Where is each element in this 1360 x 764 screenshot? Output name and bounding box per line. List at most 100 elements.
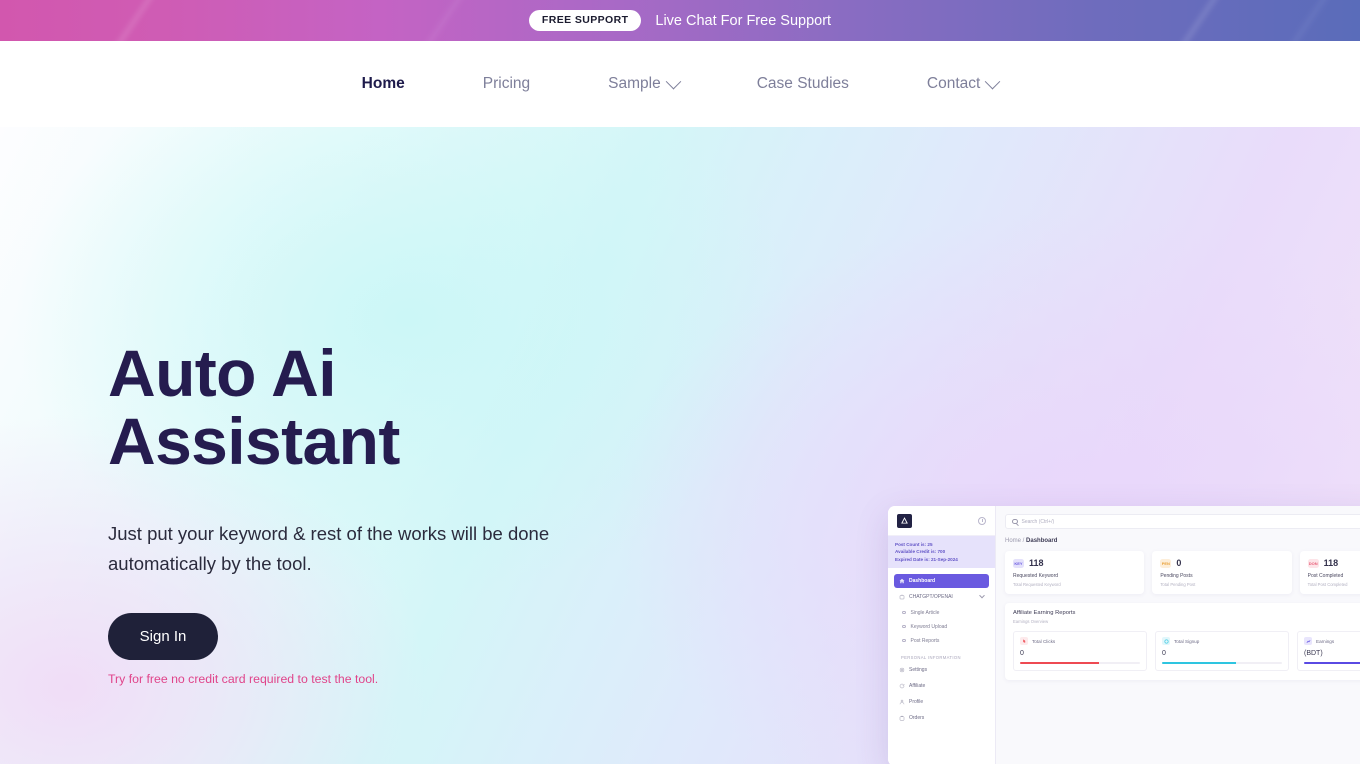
bullet-icon (902, 610, 906, 615)
nav-list: Home Pricing Sample Case Studies Contact (323, 73, 1038, 93)
chevron-down-icon (979, 592, 985, 599)
earning-header: Total Clicks (1020, 637, 1140, 645)
nav-label-sample: Sample (608, 75, 661, 92)
decorative-streak (75, 0, 168, 41)
nav-item-case-studies[interactable]: Case Studies (718, 75, 888, 93)
sidebar-item-settings[interactable]: Settings (894, 663, 989, 677)
bullet-icon (902, 638, 906, 643)
sidebar-label-dashboard: Dashboard (909, 578, 936, 585)
stat-card-top: KEY 118 (1013, 558, 1136, 568)
stat-sublabel: Total Pending Post (1160, 582, 1196, 587)
dashboard-logo-row (888, 506, 995, 536)
sidebar-label-post-reports: Post Reports (910, 637, 940, 644)
search-icon (1012, 518, 1018, 525)
panel-subtitle: Earnings Overview (1013, 619, 1049, 624)
signup-icon (1162, 637, 1170, 645)
bag-icon (899, 715, 905, 721)
nav-item-contact[interactable]: Contact (888, 73, 1037, 93)
main-navigation: Home Pricing Sample Case Studies Contact (0, 41, 1360, 127)
post-count-line: Post Count is: 25 (895, 542, 933, 547)
refresh-icon (899, 683, 905, 689)
dashboard-preview: Post Count is: 25 Available Credit is: 7… (888, 506, 1360, 764)
earning-value: (BDT) (1304, 650, 1323, 657)
affiliate-earning-panel: Affiliate Earning Reports Earnings Overv… (1005, 603, 1360, 680)
sidebar-label-affiliate: Affiliate (909, 683, 926, 690)
sidebar-item-chatgpt-openai[interactable]: CHATGPT/OPENAI (894, 590, 989, 604)
chevron-down-icon (665, 73, 681, 89)
stat-card-row: KEY 118 Requested Keyword Total Requeste… (1005, 551, 1360, 594)
nav-label-case-studies: Case Studies (756, 75, 849, 92)
earning-progress-bar (1020, 662, 1140, 664)
stat-value: 118 (1323, 558, 1339, 568)
hero-section: Auto Ai Assistant Just put your keyword … (0, 127, 1360, 764)
stat-label: Requested Keyword (1013, 573, 1059, 579)
user-icon (899, 699, 905, 705)
sidebar-section-personal-information: PERSONAL INFORMATION (901, 655, 961, 661)
earning-header: Earnings (1304, 637, 1360, 645)
earnings-icon (1304, 637, 1312, 645)
earning-header: Total Signup (1162, 637, 1282, 645)
sidebar-item-post-reports[interactable]: Post Reports (894, 634, 989, 647)
sidebar-item-dashboard[interactable]: Dashboard (894, 574, 989, 589)
decorative-streak (1140, 0, 1233, 41)
robot-icon (899, 594, 905, 600)
available-credit-line: Available Credit is: 700 (895, 549, 946, 555)
sign-in-button[interactable]: Sign In (108, 613, 218, 660)
earning-label: Total Clicks (1032, 638, 1056, 644)
earning-label: Total Signup (1174, 638, 1200, 644)
dashboard-search-input[interactable]: Search (Ctrl+/) (1005, 514, 1360, 529)
sidebar-label-keyword-upload: Keyword Upload (910, 623, 948, 630)
sidebar-label-settings: Settings (909, 667, 928, 674)
stat-card-top: DON 118 (1307, 558, 1360, 568)
earnings-row: Total Clicks 0 Total Signup 0 Earnings (… (1013, 631, 1360, 671)
nav-label-pricing: Pricing (482, 75, 531, 92)
hero-title-line2: Assistant (108, 404, 400, 478)
earning-label: Earnings (1316, 638, 1335, 644)
stat-card-top: PEN 0 (1160, 558, 1283, 568)
announcement-bar: FREE SUPPORT Live Chat For Free Support (0, 0, 1360, 41)
earning-total-clicks: Total Clicks 0 (1013, 631, 1147, 671)
hero-subtitle: Just put your keyword & rest of the work… (108, 523, 550, 574)
live-chat-link[interactable]: Live Chat For Free Support (655, 13, 831, 29)
account-info-block: Post Count is: 25 Available Credit is: 7… (888, 536, 995, 569)
dashboard-main: Search (Ctrl+/) Home / Dashboard KEY 118… (996, 506, 1360, 764)
clicks-icon (1020, 637, 1028, 645)
breadcrumb-root[interactable]: Home (1005, 538, 1021, 544)
sidebar-item-keyword-upload[interactable]: Keyword Upload (894, 620, 989, 633)
hero-title-line1: Auto Ai (108, 336, 337, 410)
sidebar-item-orders[interactable]: Orders (894, 711, 989, 725)
pending-icon: PEN (1160, 558, 1172, 568)
sidebar-item-affiliate[interactable]: Affiliate (894, 679, 989, 693)
breadcrumb: Home / Dashboard (1005, 538, 1360, 544)
earning-value: 0 (1020, 650, 1024, 657)
stat-card-post-completed: DON 118 Post Completed Total Post Comple… (1299, 551, 1360, 594)
stat-value: 118 (1029, 558, 1044, 568)
dashboard-menu: Dashboard CHATGPT/OPENAI Single Article … (888, 568, 995, 725)
stat-label: Post Completed (1307, 573, 1344, 579)
stat-value: 0 (1176, 558, 1182, 568)
gear-icon (899, 667, 905, 673)
hero-copy: Auto Ai Assistant Just put your keyword … (108, 339, 728, 686)
completed-icon: DON (1307, 558, 1319, 568)
collapse-icon[interactable] (978, 516, 986, 525)
earning-value: 0 (1162, 650, 1166, 657)
page-title: Auto Ai Assistant (108, 339, 728, 475)
sidebar-label-profile: Profile (909, 699, 924, 706)
decorative-streak (1250, 0, 1342, 41)
stat-card-requested-keyword: KEY 118 Requested Keyword Total Requeste… (1005, 551, 1145, 594)
free-support-badge: FREE SUPPORT (528, 10, 642, 31)
bullet-icon (902, 624, 906, 629)
sidebar-item-single-article[interactable]: Single Article (894, 606, 989, 619)
nav-label-contact: Contact (926, 75, 981, 92)
sidebar-item-profile[interactable]: Profile (894, 695, 989, 709)
nav-item-home[interactable]: Home (323, 75, 444, 93)
earning-total-signup: Total Signup 0 (1155, 631, 1289, 671)
sidebar-label-orders: Orders (909, 715, 925, 722)
chevron-down-icon (985, 73, 1001, 89)
nav-item-pricing[interactable]: Pricing (444, 75, 569, 93)
app-logo-icon (897, 513, 912, 528)
earning-progress-bar (1304, 662, 1360, 664)
breadcrumb-current: Dashboard (1026, 538, 1058, 544)
dashboard-sidebar: Post Count is: 25 Available Credit is: 7… (888, 506, 996, 764)
nav-item-sample[interactable]: Sample (569, 73, 718, 93)
